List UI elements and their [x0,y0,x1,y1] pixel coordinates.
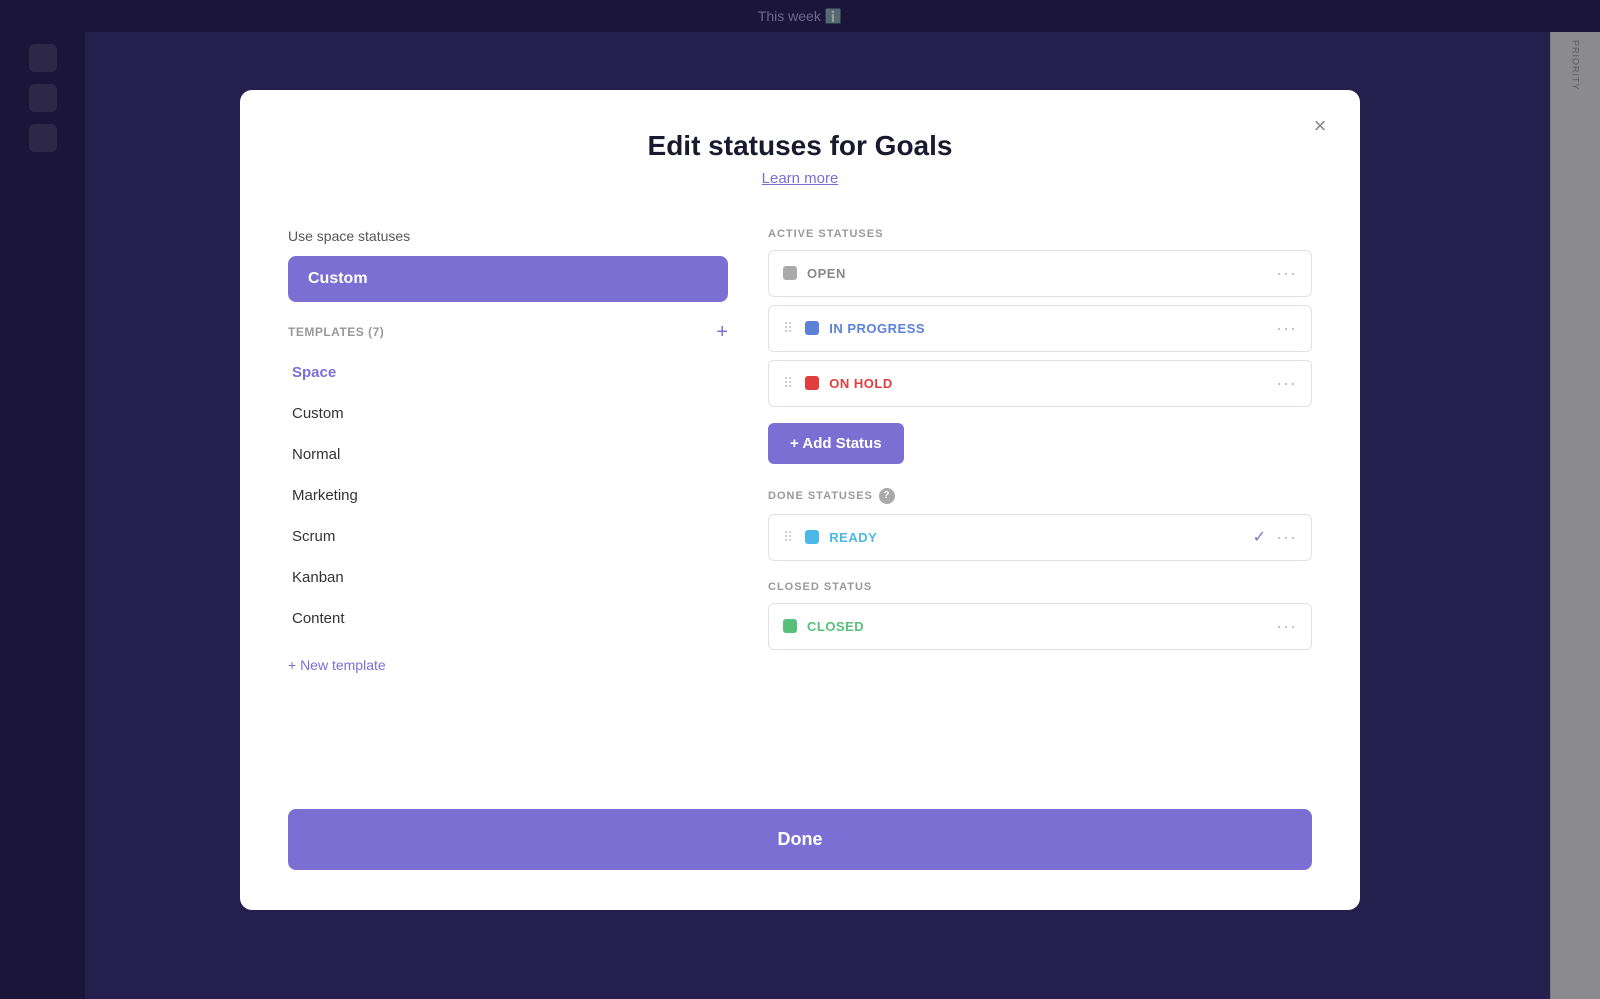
status-dot-onhold [805,376,819,390]
template-list: Space Custom Normal Marketing Scrum Kanb… [288,354,728,637]
templates-row: TEMPLATES (7) + [288,318,728,354]
done-button[interactable]: Done [288,809,1312,870]
status-menu-open[interactable]: ··· [1276,263,1297,284]
status-name-open: OPEN [807,266,1266,281]
template-item-kanban[interactable]: Kanban [288,559,728,596]
modal-body: Use space statuses Custom TEMPLATES (7) … [288,228,1312,777]
modal-title: Edit statuses for Goals [288,130,1312,162]
templates-label: TEMPLATES (7) [288,325,384,339]
modal-dialog: × Edit statuses for Goals Learn more Use… [240,90,1360,910]
template-item-custom[interactable]: Custom [288,395,728,432]
closed-status-section: CLOSED STATUS CLOSED ··· [768,581,1312,650]
status-row-ready: ⠿ READY ✓ ··· [768,514,1312,561]
templates-add-button[interactable]: + [716,322,728,342]
status-dot-closed [783,619,797,633]
active-statuses-label: ACTIVE STATUSES [768,228,1312,240]
status-row-open: OPEN ··· [768,250,1312,297]
status-name-closed: CLOSED [807,619,1266,634]
status-name-inprogress: IN PROGRESS [829,321,1266,336]
template-item-scrum[interactable]: Scrum [288,518,728,555]
status-check-ready: ✓ [1253,527,1266,547]
done-statuses-help-icon[interactable]: ? [879,488,895,504]
left-panel: Use space statuses Custom TEMPLATES (7) … [288,228,728,777]
status-row-onhold: ⠿ ON HOLD ··· [768,360,1312,407]
status-row-inprogress: ⠿ IN PROGRESS ··· [768,305,1312,352]
add-status-button[interactable]: + Add Status [768,423,904,464]
statuses-panel: ACTIVE STATUSES OPEN ··· ⠿ IN PROGRESS ·… [768,228,1312,777]
template-item-marketing[interactable]: Marketing [288,477,728,514]
status-menu-inprogress[interactable]: ··· [1276,318,1297,339]
status-name-ready: READY [829,530,1242,545]
template-item-space[interactable]: Space [288,354,728,391]
close-button[interactable]: × [1304,110,1336,142]
template-item-content[interactable]: Content [288,600,728,637]
status-menu-onhold[interactable]: ··· [1276,373,1297,394]
drag-handle-inprogress[interactable]: ⠿ [783,320,793,337]
status-dot-ready [805,530,819,544]
done-statuses-label: DONE STATUSES ? [768,488,1312,504]
template-item-normal[interactable]: Normal [288,436,728,473]
status-name-onhold: ON HOLD [829,376,1266,391]
drag-handle-ready[interactable]: ⠿ [783,529,793,546]
learn-more-link[interactable]: Learn more [762,170,839,187]
modal-header: Edit statuses for Goals Learn more [288,130,1312,188]
use-space-label: Use space statuses [288,228,728,244]
status-menu-closed[interactable]: ··· [1276,616,1297,637]
status-row-closed: CLOSED ··· [768,603,1312,650]
closed-status-label: CLOSED STATUS [768,581,1312,593]
status-menu-ready[interactable]: ··· [1276,527,1297,548]
custom-selected-option[interactable]: Custom [288,256,728,302]
new-template-link[interactable]: + New template [288,657,386,673]
status-dot-inprogress [805,321,819,335]
modal-overlay: × Edit statuses for Goals Learn more Use… [0,0,1600,999]
drag-handle-onhold[interactable]: ⠿ [783,375,793,392]
status-dot-open [783,266,797,280]
